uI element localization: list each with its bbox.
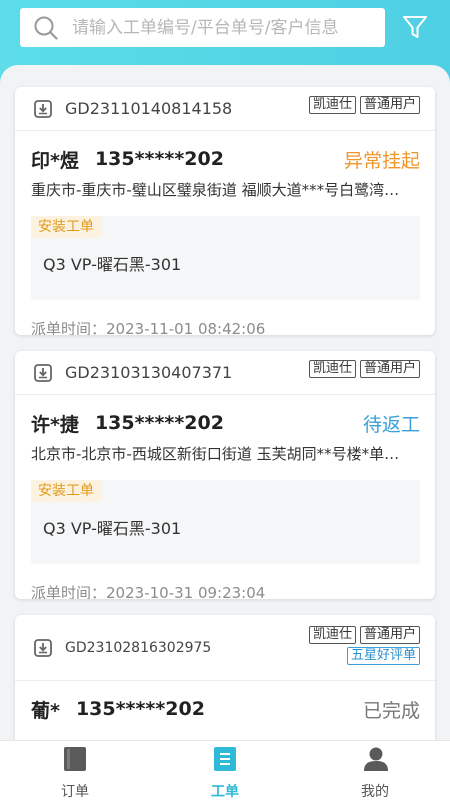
order-book-icon [63, 746, 87, 772]
tag-group: 凯迪仕 普通用户 五星好评单 [308, 626, 420, 665]
product-name: Q3 VP-曜石黑-301 [43, 255, 182, 274]
order-number: GD23103130407371 [65, 363, 233, 382]
customer-name: 许*捷 [31, 413, 79, 436]
tag-group: 凯迪仕 普通用户 [308, 360, 420, 378]
order-card-header: GD23103130407371 凯迪仕 普通用户 [15, 351, 435, 395]
download-doc-icon [33, 638, 53, 658]
dispatch-time: 派单时间：2023-10-31 09:23:04 [31, 584, 266, 599]
work-type-tag: 安装工单 [31, 480, 101, 502]
search-input[interactable] [72, 17, 372, 38]
status-badge: 已完成 [362, 699, 420, 722]
work-order-icon [213, 746, 237, 772]
brand-tag: 凯迪仕 [308, 96, 356, 114]
dispatch-time: 派单时间：2023-11-01 08:42:06 [31, 320, 266, 335]
download-doc-icon [33, 363, 53, 383]
user-type-tag: 普通用户 [359, 96, 420, 114]
brand-tag: 凯迪仕 [308, 360, 356, 378]
customer-phone[interactable]: 135*****202 [95, 412, 224, 434]
search-icon [20, 8, 72, 47]
tab-label: 订单 [61, 784, 89, 800]
user-type-tag: 普通用户 [359, 626, 420, 644]
filter-icon[interactable] [400, 12, 430, 42]
order-number: GD23110140814158 [65, 99, 233, 118]
order-card[interactable]: GD23103130407371 凯迪仕 普通用户 许*捷 135*****20… [15, 351, 435, 599]
work-item-box: 安装工单 Q3 VP-曜石黑-301 [31, 480, 420, 564]
tab-orders[interactable]: 订单 [0, 741, 150, 800]
brand-tag: 凯迪仕 [308, 626, 356, 644]
user-profile-icon [363, 746, 388, 772]
customer-phone[interactable]: 135*****202 [76, 698, 205, 720]
status-badge: 异常挂起 [343, 149, 420, 172]
customer-phone[interactable]: 135*****202 [95, 148, 224, 170]
tab-label: 工单 [211, 784, 239, 800]
order-list[interactable]: GD23110140814158 凯迪仕 普通用户 印*煜 135*****20… [0, 65, 450, 745]
tab-label: 我的 [361, 784, 389, 800]
status-badge: 待返工 [362, 413, 420, 436]
user-type-tag: 普通用户 [359, 360, 420, 378]
download-doc-icon [33, 99, 53, 119]
tag-group: 凯迪仕 普通用户 [308, 96, 420, 114]
order-card[interactable]: GD23110140814158 凯迪仕 普通用户 印*煜 135*****20… [15, 87, 435, 335]
five-star-review-tag: 五星好评单 [346, 647, 420, 665]
order-card-header: GD23110140814158 凯迪仕 普通用户 [15, 87, 435, 131]
bottom-tab-bar: 订单 工单 我的 [0, 740, 450, 800]
customer-name: 印*煜 [31, 149, 79, 172]
tab-mine[interactable]: 我的 [300, 741, 450, 800]
tab-work-orders[interactable]: 工单 [150, 741, 300, 800]
customer-name: 葡* [31, 699, 60, 722]
order-card[interactable]: GD23102816302975 凯迪仕 普通用户 五星好评单 葡* 135**… [15, 615, 435, 745]
work-type-tag: 安装工单 [31, 216, 101, 238]
order-card-header: GD23102816302975 凯迪仕 普通用户 五星好评单 [15, 615, 435, 681]
search-bar[interactable] [20, 8, 385, 47]
order-number: GD23102816302975 [65, 639, 212, 656]
product-name: Q3 VP-曜石黑-301 [43, 519, 182, 538]
work-item-box: 安装工单 Q3 VP-曜石黑-301 [31, 216, 420, 300]
